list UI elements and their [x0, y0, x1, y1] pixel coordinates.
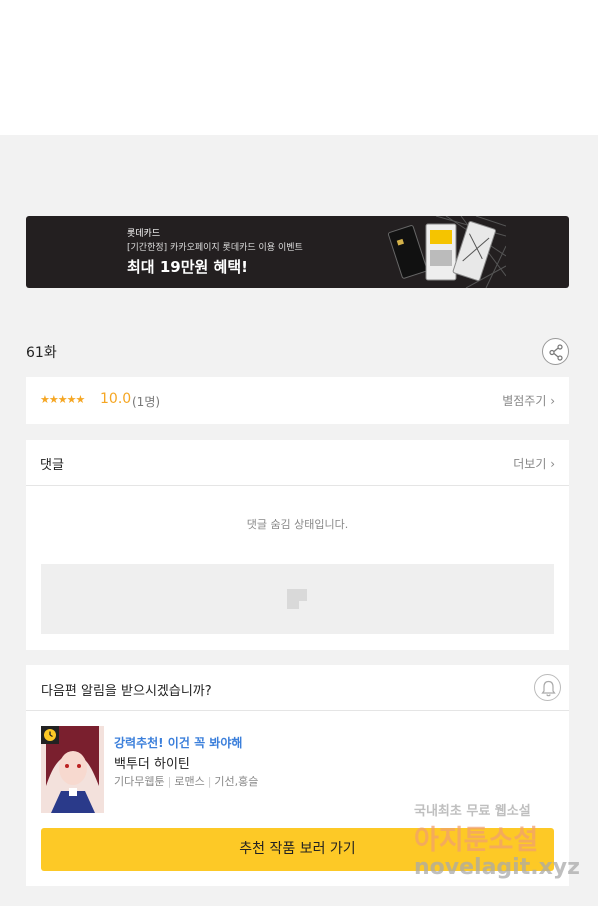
comments-hidden-message: 댓글 숨김 상태입니다.: [246, 518, 349, 531]
share-icon: [549, 344, 563, 361]
notify-question: 다음편 알림을 받으시겠습니까?: [41, 684, 212, 699]
share-button[interactable]: [542, 338, 569, 365]
rating-stars: ★★★★★: [40, 393, 85, 406]
banner-brand: 롯데카드: [127, 229, 161, 239]
next-episode-notify-section: 다음편 알림을 받으시겠습니까? 강력추천! 이건 꼭 봐야해 백투더 하이틴: [26, 665, 569, 886]
comments-section: 댓글 더보기 › 댓글 숨김 상태입니다.: [26, 440, 569, 650]
recommendation-authors: 기선,홍슬: [214, 775, 259, 788]
notify-header: 다음편 알림을 받으시겠습니까?: [26, 665, 569, 711]
banner-subtitle: [기간한정] 카카오페이지 롯데카드 이용 이벤트: [127, 243, 303, 253]
rating-count: (1명): [132, 395, 161, 409]
notify-bell-button[interactable]: [534, 674, 561, 701]
view-recommended-work-button[interactable]: 추천 작품 보러 가기: [41, 828, 554, 871]
rating-score: 10.0: [100, 391, 132, 407]
banner-headline: 최대 19만원 혜택!: [127, 258, 248, 276]
clock-icon: [44, 729, 56, 741]
ad-placeholder[interactable]: [41, 564, 554, 634]
recommended-work-thumbnail[interactable]: [41, 726, 104, 813]
lotte-card-ad-banner[interactable]: 롯데카드 [기간한정] 카카오페이지 롯데카드 이용 이벤트 최대 19만원 혜…: [26, 216, 569, 288]
ad-placeholder-icon: [287, 589, 307, 609]
rating-card: ★★★★★ 10.0 (1명) 별점주기 ›: [26, 377, 569, 424]
recommendation-genre: 로맨스: [174, 775, 205, 788]
recommendation-meta: 기다무웹툰 | 로맨스 | 기선,홍슬: [114, 775, 259, 788]
bell-icon: [541, 680, 556, 697]
recommendation-tag: 강력추천! 이건 꼭 봐야해: [114, 736, 243, 750]
comments-title: 댓글: [40, 458, 64, 473]
wait-free-clock-badge: [41, 726, 59, 744]
recommendation-title[interactable]: 백투더 하이틴: [114, 753, 190, 772]
credit-cards-illustration: [387, 216, 506, 288]
top-blank-area: [0, 0, 598, 135]
comments-header: 댓글 더보기 ›: [26, 440, 569, 486]
episode-header: 61화: [26, 336, 569, 366]
comments-more-link[interactable]: 더보기 ›: [513, 455, 555, 472]
rate-button[interactable]: 별점주기 ›: [502, 392, 555, 409]
recommendation-category: 기다무웹툰: [114, 775, 165, 788]
episode-title: 61화: [26, 345, 57, 361]
